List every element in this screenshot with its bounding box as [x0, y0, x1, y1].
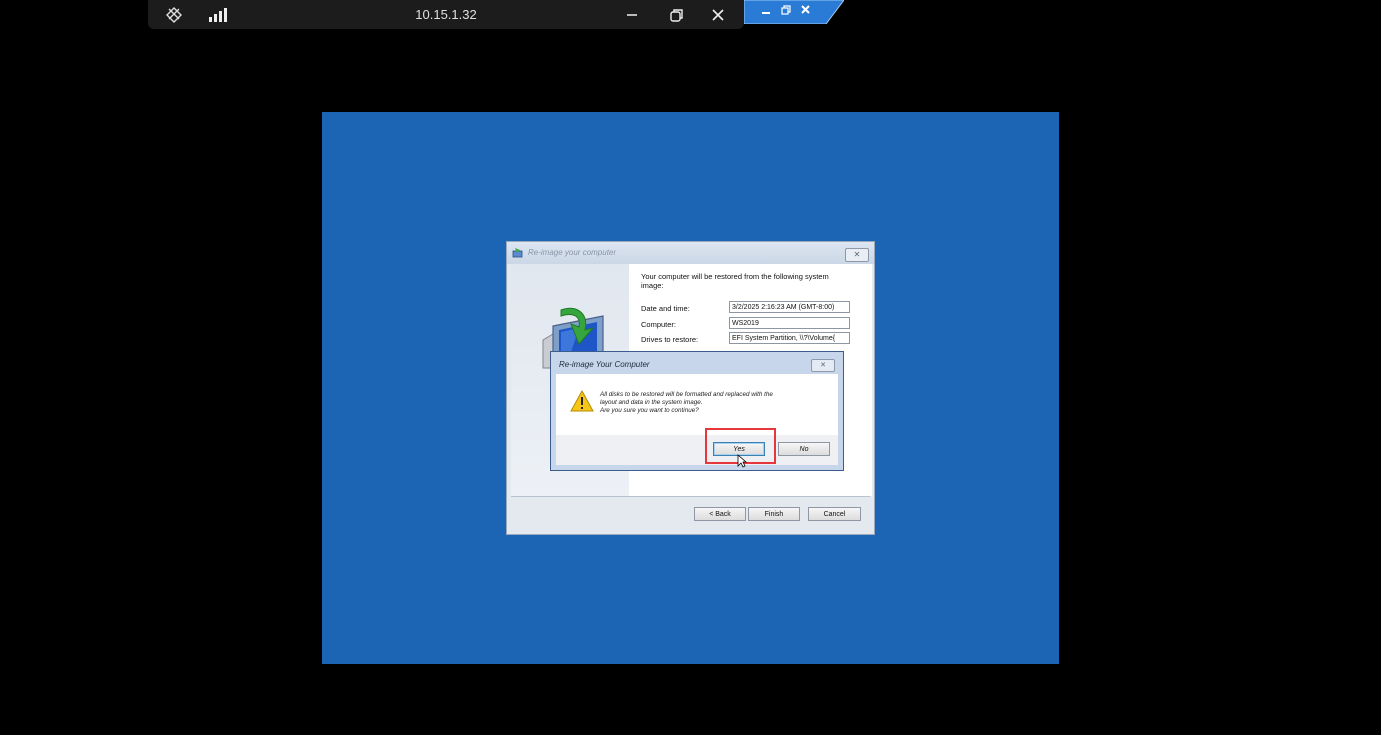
computer-field: WS2019 — [729, 317, 850, 329]
minimize-icon[interactable] — [621, 4, 643, 26]
date-time-field: 3/2/2025 2:16:23 AM (GMT-8:00) — [729, 301, 850, 313]
date-time-label: Date and time: — [641, 304, 690, 313]
mouse-cursor-icon — [737, 454, 747, 468]
wizard-intro-text: Your computer will be restored from the … — [641, 272, 829, 290]
cancel-button[interactable]: Cancel — [808, 507, 861, 521]
confirm-dialog-title: Re-image Your Computer — [559, 360, 650, 369]
wizard-title: Re-image your computer — [528, 248, 617, 257]
confirm-message-line: All disks to be restored will be formatt… — [600, 391, 773, 398]
host-address: 10.15.1.32 — [415, 7, 477, 22]
finish-button[interactable]: Finish — [748, 507, 800, 521]
connection-bar: 10.15.1.32 — [148, 0, 744, 29]
restore-icon[interactable] — [665, 4, 687, 26]
confirm-message: All disks to be restored will be formatt… — [600, 391, 828, 415]
confirm-dialog: Re-image Your Computer ✕ All disks to be… — [550, 351, 844, 471]
back-button[interactable]: < Back — [694, 507, 746, 521]
wizard-divider — [511, 496, 870, 497]
no-button[interactable]: No — [778, 442, 830, 456]
confirm-message-line: Are you sure you want to continue? — [600, 407, 699, 414]
drives-to-restore-label: Drives to restore: — [641, 335, 699, 344]
warning-icon — [570, 390, 594, 412]
minimize-icon[interactable] — [762, 12, 770, 14]
wizard-titlebar: Re-image your computer ✕ — [507, 242, 874, 264]
close-icon[interactable] — [707, 4, 729, 26]
computer-label: Computer: — [641, 320, 677, 329]
restore-computer-icon — [512, 248, 523, 258]
vm-window-controls — [744, 0, 844, 24]
wizard-close-button[interactable]: ✕ — [845, 248, 869, 262]
confirm-dialog-footer: Yes No — [556, 435, 838, 465]
confirm-message-line: layout and data in the system image. — [600, 399, 703, 406]
confirm-dialog-body: All disks to be restored will be formatt… — [556, 374, 838, 435]
drives-to-restore-field: EFI System Partition, \\?\Volume{ — [729, 332, 850, 344]
confirm-close-button[interactable]: ✕ — [811, 359, 835, 372]
